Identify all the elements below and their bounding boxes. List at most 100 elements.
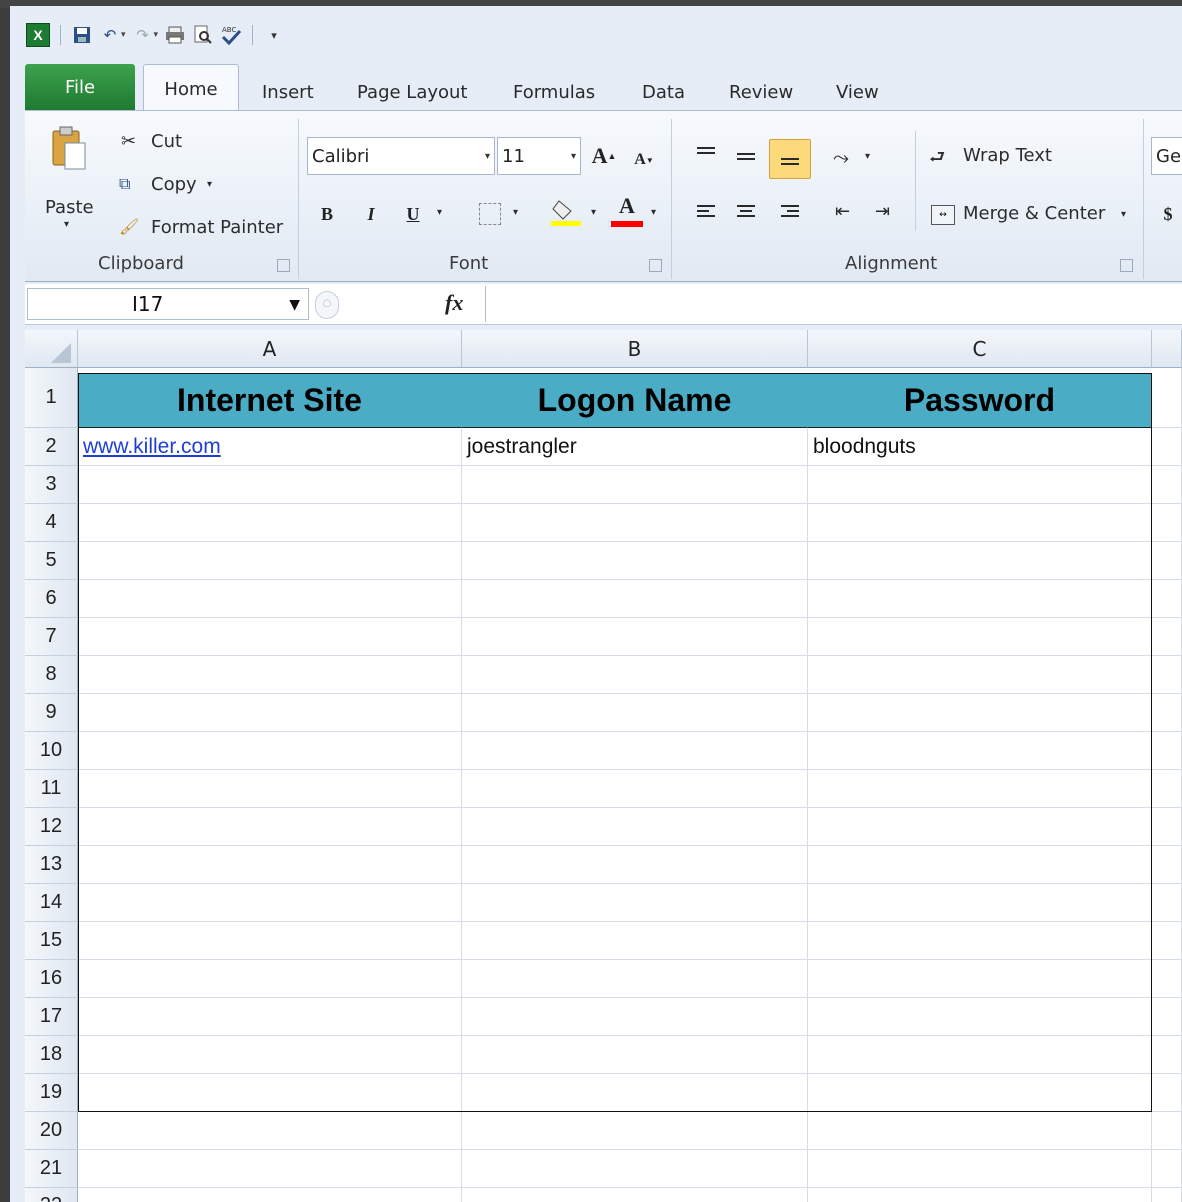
cell-d1[interactable]	[1152, 368, 1182, 428]
cell-d20[interactable]	[1152, 1112, 1182, 1150]
row-header-22[interactable]: 22	[25, 1188, 78, 1202]
cell-b15[interactable]	[462, 922, 808, 960]
paste-button[interactable]: Paste	[45, 197, 94, 218]
cell-c6[interactable]	[808, 580, 1152, 618]
clipboard-launcher-icon[interactable]	[277, 259, 290, 272]
underline-dropdown-icon[interactable]: ▾	[437, 207, 442, 218]
spelling-icon[interactable]: ABC	[220, 24, 242, 46]
row-header-10[interactable]: 10	[25, 732, 78, 770]
cell-d8[interactable]	[1152, 656, 1182, 694]
cell-c8[interactable]	[808, 656, 1152, 694]
cell-a11[interactable]	[78, 770, 462, 808]
print-icon[interactable]	[164, 24, 186, 46]
row-header-14[interactable]: 14	[25, 884, 78, 922]
align-left-icon[interactable]	[697, 205, 715, 219]
orientation-dropdown-icon[interactable]: ▾	[865, 151, 870, 162]
row-header-6[interactable]: 6	[25, 580, 78, 618]
copy-button[interactable]: Copy	[151, 174, 197, 195]
cell-d11[interactable]	[1152, 770, 1182, 808]
font-name-select[interactable]: Calibri ▾	[307, 137, 495, 175]
row-header-11[interactable]: 11	[25, 770, 78, 808]
row-header-18[interactable]: 18	[25, 1036, 78, 1074]
alignment-launcher-icon[interactable]	[1120, 259, 1133, 272]
number-format-select[interactable]: Ge	[1151, 137, 1182, 175]
grow-font-button[interactable]: A ▲	[591, 143, 617, 169]
decrease-indent-icon[interactable]: ⇤	[835, 201, 850, 222]
cell-d7[interactable]	[1152, 618, 1182, 656]
cell-d18[interactable]	[1152, 1036, 1182, 1074]
cell-c22[interactable]	[808, 1188, 1152, 1202]
increase-indent-icon[interactable]: ⇥	[875, 201, 890, 222]
cell-b11[interactable]	[462, 770, 808, 808]
align-top-icon[interactable]	[697, 147, 715, 161]
row-header-4[interactable]: 4	[25, 504, 78, 542]
tab-file[interactable]: File	[25, 64, 135, 110]
redo-dropdown-icon[interactable]: ▾	[154, 30, 159, 40]
cell-c9[interactable]	[808, 694, 1152, 732]
cell-b16[interactable]	[462, 960, 808, 998]
italic-button[interactable]: I	[359, 199, 383, 229]
cell-a20[interactable]	[78, 1112, 462, 1150]
worksheet-grid[interactable]: A B C 1 2 3 4 5 6 7 8 9 10 11 12 13 14 1…	[25, 330, 1182, 1202]
copy-dropdown-icon[interactable]: ▾	[207, 179, 212, 190]
cell-a5[interactable]	[78, 542, 462, 580]
row-header-19[interactable]: 19	[25, 1074, 78, 1112]
cell-d2[interactable]	[1152, 428, 1182, 466]
cell-b17[interactable]	[462, 998, 808, 1036]
cell-d13[interactable]	[1152, 846, 1182, 884]
cell-c13[interactable]	[808, 846, 1152, 884]
column-header-d[interactable]	[1152, 330, 1182, 368]
cell-d9[interactable]	[1152, 694, 1182, 732]
cell-c7[interactable]	[808, 618, 1152, 656]
borders-dropdown-icon[interactable]: ▾	[513, 207, 518, 218]
cell-c5[interactable]	[808, 542, 1152, 580]
orientation-icon[interactable]: ⤳	[833, 145, 849, 169]
tab-review[interactable]: Review	[729, 72, 793, 112]
cell-b5[interactable]	[462, 542, 808, 580]
cell-d14[interactable]	[1152, 884, 1182, 922]
cell-a3[interactable]	[78, 466, 462, 504]
wrap-text-button[interactable]: Wrap Text	[963, 145, 1052, 166]
align-middle-icon[interactable]	[737, 153, 755, 167]
tab-insert[interactable]: Insert	[262, 72, 314, 112]
fill-color-icon[interactable]	[551, 197, 581, 227]
cell-b8[interactable]	[462, 656, 808, 694]
cell-d19[interactable]	[1152, 1074, 1182, 1112]
cell-a7[interactable]	[78, 618, 462, 656]
format-painter-icon[interactable]: 🖌	[119, 217, 139, 236]
cell-b9[interactable]	[462, 694, 808, 732]
cell-b19[interactable]	[462, 1074, 808, 1112]
paste-icon[interactable]	[49, 125, 89, 177]
cell-a15[interactable]	[78, 922, 462, 960]
cell-b21[interactable]	[462, 1150, 808, 1188]
cell-a6[interactable]	[78, 580, 462, 618]
align-bottom-button[interactable]	[769, 139, 811, 179]
cell-d6[interactable]	[1152, 580, 1182, 618]
cell-a17[interactable]	[78, 998, 462, 1036]
cell-a9[interactable]	[78, 694, 462, 732]
paste-dropdown-icon[interactable]: ▾	[64, 219, 69, 230]
merge-center-dropdown-icon[interactable]: ▾	[1121, 209, 1126, 220]
row-header-15[interactable]: 15	[25, 922, 78, 960]
tab-view[interactable]: View	[836, 72, 879, 112]
row-header-3[interactable]: 3	[25, 466, 78, 504]
merge-center-icon[interactable]: ↔	[931, 205, 955, 225]
fill-color-dropdown-icon[interactable]: ▾	[591, 207, 596, 218]
cell-b22[interactable]	[462, 1188, 808, 1202]
cell-b13[interactable]	[462, 846, 808, 884]
cell-c18[interactable]	[808, 1036, 1152, 1074]
cell-c21[interactable]	[808, 1150, 1152, 1188]
cell-b6[interactable]	[462, 580, 808, 618]
font-color-icon[interactable]: A	[611, 193, 643, 229]
shrink-font-button[interactable]: A ▼	[631, 147, 657, 173]
format-painter-button[interactable]: Format Painter	[151, 217, 283, 238]
cell-d17[interactable]	[1152, 998, 1182, 1036]
undo-dropdown-icon[interactable]: ▾	[121, 30, 126, 40]
font-size-select[interactable]: 11 ▾	[497, 137, 581, 175]
customize-toolbar-icon[interactable]: ▾	[263, 24, 285, 46]
row-header-13[interactable]: 13	[25, 846, 78, 884]
undo-icon[interactable]: ↶	[99, 24, 121, 46]
tab-home[interactable]: Home	[143, 64, 239, 113]
cell-a14[interactable]	[78, 884, 462, 922]
cell-c20[interactable]	[808, 1112, 1152, 1150]
